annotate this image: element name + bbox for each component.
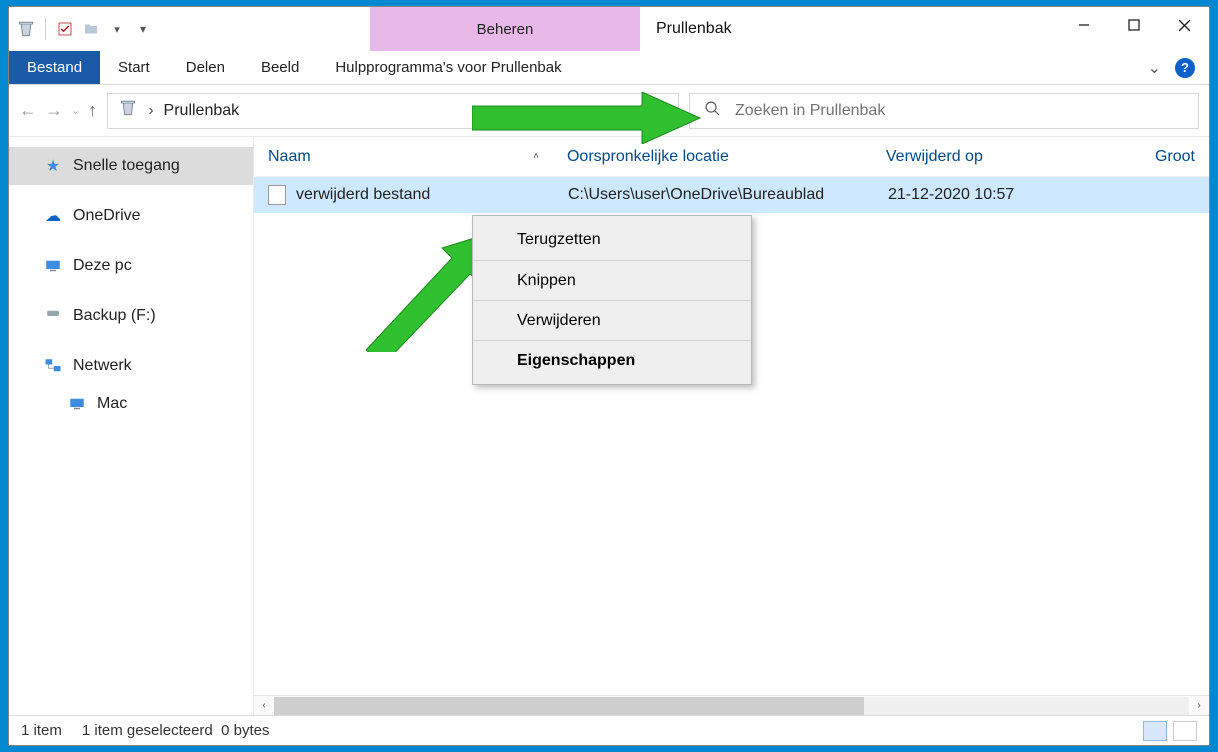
menu-item-cut[interactable]: Knippen: [473, 260, 751, 300]
address-bar-area: ← → ⌄ ↑ › Prullenbak: [9, 85, 1209, 137]
sidebar-item-label: Backup (F:): [73, 307, 156, 325]
sidebar-item-this-pc[interactable]: Deze pc: [9, 247, 253, 285]
close-button[interactable]: [1159, 7, 1209, 43]
chevron-right-icon: ›: [148, 102, 153, 120]
search-box[interactable]: [689, 93, 1199, 129]
breadcrumb-location[interactable]: Prullenbak: [164, 102, 240, 120]
menu-item-delete[interactable]: Verwijderen: [473, 300, 751, 340]
menu-item-restore[interactable]: Terugzetten: [473, 220, 751, 260]
nav-forward-icon[interactable]: →: [45, 100, 63, 121]
file-icon: [268, 185, 286, 205]
sidebar-item-mac[interactable]: Mac: [9, 385, 253, 423]
sidebar-item-label: Netwerk: [73, 357, 132, 375]
sort-ascending-icon: ˄: [533, 151, 539, 162]
window-controls: [1059, 7, 1209, 51]
explorer-window: ▾ ▾ Beheren Prullenbak Bestand Start Del…: [8, 6, 1210, 746]
column-headers: Naam ˄ Oorspronkelijke locatie Verwijder…: [254, 137, 1209, 177]
qat-dropdown-icon[interactable]: ▾: [106, 18, 128, 40]
recycle-bin-icon: [118, 98, 138, 123]
status-selected: 1 item geselecteerd 0 bytes: [82, 722, 270, 739]
column-header-size[interactable]: Groot: [1141, 148, 1209, 166]
scroll-right-icon[interactable]: ›: [1189, 697, 1209, 715]
scroll-thumb[interactable]: [274, 697, 864, 715]
file-date-deleted: 21-12-2020 10:57: [874, 186, 1144, 204]
sidebar-item-label: Snelle toegang: [73, 157, 180, 175]
sidebar-item-backup-drive[interactable]: Backup (F:): [9, 297, 253, 335]
status-item-count: 1 item: [21, 722, 62, 739]
statusbar: 1 item 1 item geselecteerd 0 bytes: [9, 715, 1209, 745]
list-item[interactable]: verwijderd bestand C:\Users\user\OneDriv…: [254, 177, 1209, 213]
file-original-location: C:\Users\user\OneDrive\Bureaublad: [554, 186, 874, 204]
content-pane: Naam ˄ Oorspronkelijke locatie Verwijder…: [254, 137, 1209, 715]
scroll-track[interactable]: [274, 697, 1189, 715]
navigation-tree: ★ Snelle toegang ☁ OneDrive Deze pc Bac: [9, 137, 254, 715]
network-icon: [43, 356, 63, 376]
sidebar-item-label: Mac: [97, 395, 127, 413]
help-icon[interactable]: ?: [1175, 58, 1195, 78]
nav-history-icon[interactable]: ⌄: [71, 104, 80, 117]
tab-view[interactable]: Beeld: [243, 51, 317, 84]
properties-icon[interactable]: [54, 18, 76, 40]
new-folder-icon[interactable]: [80, 18, 102, 40]
pc-remote-icon: [67, 394, 87, 414]
tab-recycle-tools[interactable]: Hulpprogramma's voor Prullenbak: [317, 51, 579, 84]
contextual-tab-header: Beheren: [370, 7, 640, 51]
nav-back-icon[interactable]: ←: [19, 100, 37, 121]
column-header-date-deleted[interactable]: Verwijderd op: [872, 148, 1141, 166]
pc-icon: [43, 256, 63, 276]
tab-file[interactable]: Bestand: [9, 51, 100, 84]
tab-share[interactable]: Delen: [168, 51, 243, 84]
sidebar-item-quick-access[interactable]: ★ Snelle toegang: [9, 147, 253, 185]
ribbon-collapse-icon[interactable]: ⌄: [1148, 58, 1161, 78]
file-name: verwijderd bestand: [296, 186, 430, 204]
cloud-icon: ☁: [43, 206, 63, 226]
sidebar-item-network[interactable]: Netwerk: [9, 347, 253, 385]
column-header-original-location[interactable]: Oorspronkelijke locatie: [553, 148, 872, 166]
search-input[interactable]: [735, 102, 1184, 120]
menu-item-properties[interactable]: Eigenschappen: [473, 340, 751, 380]
view-large-icons-button[interactable]: [1173, 721, 1197, 741]
context-menu: Terugzetten Knippen Verwijderen Eigensch…: [472, 215, 752, 385]
quick-access-toolbar: ▾ ▾: [9, 7, 160, 51]
window-title: Prullenbak: [640, 7, 1059, 51]
nav-up-icon[interactable]: ↑: [88, 100, 97, 121]
star-icon: ★: [43, 156, 63, 176]
scroll-left-icon[interactable]: ‹: [254, 697, 274, 715]
search-icon: [704, 100, 721, 122]
view-details-button[interactable]: [1143, 721, 1167, 741]
sidebar-item-label: OneDrive: [73, 207, 141, 225]
titlebar: ▾ ▾ Beheren Prullenbak: [9, 7, 1209, 51]
maximize-button[interactable]: [1109, 7, 1159, 43]
column-header-name[interactable]: Naam ˄: [254, 148, 553, 166]
breadcrumb-bar[interactable]: › Prullenbak: [107, 93, 679, 129]
sidebar-item-onedrive[interactable]: ☁ OneDrive: [9, 197, 253, 235]
drive-icon: [43, 306, 63, 326]
recycle-bin-icon: [15, 18, 37, 40]
minimize-button[interactable]: [1059, 7, 1109, 43]
tab-start[interactable]: Start: [100, 51, 168, 84]
qat-customize-icon[interactable]: ▾: [132, 18, 154, 40]
sidebar-item-label: Deze pc: [73, 257, 132, 275]
horizontal-scrollbar[interactable]: ‹ ›: [254, 695, 1209, 715]
ribbon-tabs: Bestand Start Delen Beeld Hulpprogramma'…: [9, 51, 1209, 85]
file-list[interactable]: verwijderd bestand C:\Users\user\OneDriv…: [254, 177, 1209, 695]
